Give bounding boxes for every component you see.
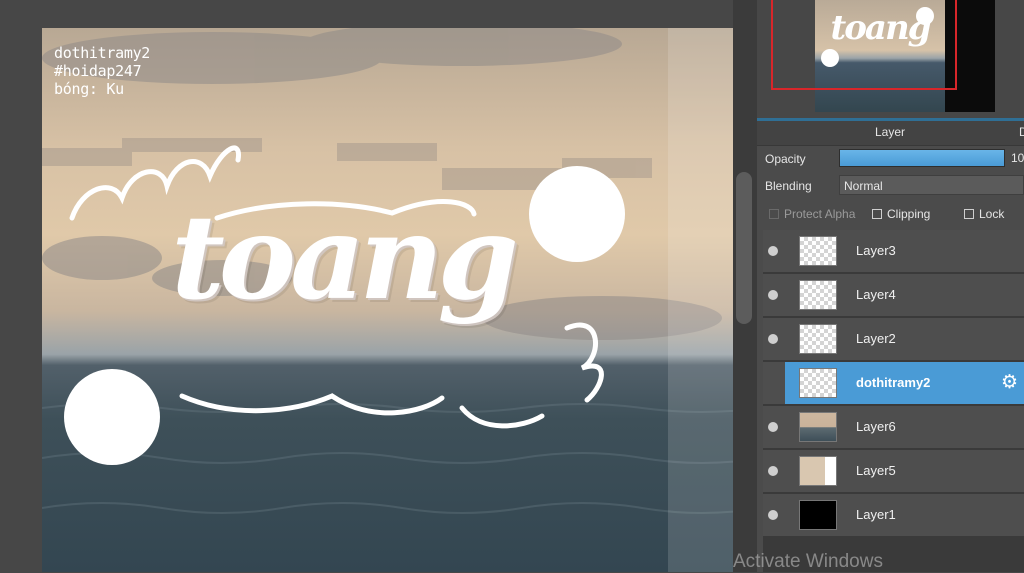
layer-name: Layer2 bbox=[856, 331, 896, 346]
clipping-label: Clipping bbox=[887, 207, 931, 221]
layer-thumbnail bbox=[799, 280, 837, 310]
canvas-vertical-scrollbar[interactable] bbox=[733, 0, 757, 572]
layer-row[interactable]: Layer5 bbox=[763, 450, 1024, 493]
checkbox-icon bbox=[872, 209, 882, 219]
visibility-eye-icon[interactable] bbox=[768, 378, 778, 388]
gear-icon[interactable]: ⚙ bbox=[1001, 373, 1018, 392]
blending-value: Normal bbox=[844, 179, 883, 193]
activate-windows-watermark: Activate Windows bbox=[733, 551, 883, 572]
layer-row[interactable]: Layer6 bbox=[763, 406, 1024, 449]
layer-name: Layer1 bbox=[856, 507, 896, 522]
layer-thumbnail bbox=[799, 236, 837, 266]
layer-name: Layer6 bbox=[856, 419, 896, 434]
opacity-slider[interactable] bbox=[839, 149, 1005, 167]
artwork-title-text: toang bbox=[171, 190, 519, 326]
layer-row[interactable]: Layer2 bbox=[763, 318, 1024, 361]
watermark-line-2: #hoidap247 bbox=[54, 62, 142, 80]
clipping-checkbox[interactable]: Clipping bbox=[872, 207, 930, 221]
checkbox-icon bbox=[964, 209, 974, 219]
lock-label: Lock bbox=[979, 207, 1005, 221]
checkbox-icon bbox=[769, 209, 779, 219]
watermark-line-1: dothitramy2 bbox=[54, 44, 151, 62]
right-panel: toang Layer D Opacity 10 Blending Normal… bbox=[757, 0, 1024, 572]
layer-row[interactable]: Layer4 bbox=[763, 274, 1024, 317]
layer-name: Layer3 bbox=[856, 243, 896, 258]
blending-select[interactable]: Normal bbox=[839, 175, 1024, 195]
layer-name: dothitramy2 bbox=[856, 375, 931, 390]
layer-row[interactable]: Layer3 bbox=[763, 230, 1024, 273]
visibility-eye-icon[interactable] bbox=[768, 246, 778, 256]
layer-thumbnail bbox=[799, 324, 837, 354]
visibility-eye-icon[interactable] bbox=[768, 510, 778, 520]
scrollbar-thumb[interactable] bbox=[736, 172, 752, 324]
layer-row[interactable]: dothitramy2 ⚙ bbox=[763, 362, 1024, 405]
opacity-value: 10 bbox=[1011, 151, 1024, 165]
layer-thumbnail bbox=[799, 368, 837, 398]
layer-list[interactable]: Layer3 Layer4 Layer2 dothitramy2 ⚙ Layer6 Laye… bbox=[763, 230, 1024, 572]
layer-row[interactable]: Layer1 bbox=[763, 494, 1024, 537]
protect-alpha-checkbox[interactable]: Protect Alpha bbox=[769, 207, 855, 221]
tab-layer[interactable]: Layer bbox=[875, 125, 905, 139]
navigator-view-frame[interactable] bbox=[771, 0, 957, 90]
lock-checkbox[interactable]: Lock bbox=[964, 207, 1004, 221]
canvas-area[interactable]: dothitramy2 #hoidap247 bóng: Ku toang bbox=[0, 0, 733, 572]
tab-next[interactable]: D bbox=[1019, 125, 1024, 139]
protect-alpha-label: Protect Alpha bbox=[784, 207, 856, 221]
opacity-label: Opacity bbox=[765, 152, 806, 166]
visibility-eye-icon[interactable] bbox=[768, 422, 778, 432]
opacity-slider-fill bbox=[840, 150, 1004, 166]
layer-thumbnail bbox=[799, 456, 837, 486]
visibility-eye-icon[interactable] bbox=[768, 466, 778, 476]
layer-thumbnail bbox=[799, 500, 837, 530]
visibility-eye-icon[interactable] bbox=[768, 290, 778, 300]
layer-name: Layer5 bbox=[856, 463, 896, 478]
blending-label: Blending bbox=[765, 179, 812, 193]
navigator-panel[interactable]: toang bbox=[757, 0, 1024, 118]
artwork-image[interactable]: dothitramy2 #hoidap247 bóng: Ku toang bbox=[42, 28, 733, 572]
watermark-line-3: bóng: Ku bbox=[54, 80, 124, 98]
layer-name: Layer4 bbox=[856, 287, 896, 302]
layer-thumbnail bbox=[799, 412, 837, 442]
layer-tab-bar: Layer D bbox=[757, 121, 1024, 146]
visibility-eye-icon[interactable] bbox=[768, 334, 778, 344]
